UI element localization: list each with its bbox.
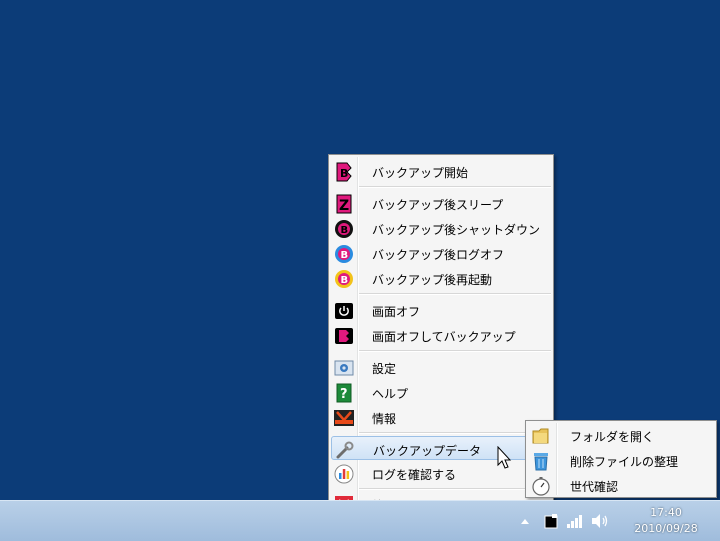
submenu-item-label: 世代確認 <box>570 480 619 494</box>
menu-item-label: 画面オフしてバックアップ <box>372 330 516 344</box>
menu-item-help[interactable]: ? ヘルプ <box>331 380 551 404</box>
menu-separator <box>359 488 551 490</box>
speaker-icon[interactable] <box>591 513 609 529</box>
menu-item-backup-sleep[interactable]: Z バックアップ後スリープ <box>331 191 551 215</box>
menu-item-backup-logoff[interactable]: B バックアップ後ログオフ <box>331 241 551 265</box>
svg-text:B: B <box>341 225 349 236</box>
submenu-item-label: フォルダを開く <box>570 430 655 444</box>
menu-item-backup-data[interactable]: バックアップデータ > <box>331 436 551 460</box>
svg-text:B: B <box>341 275 349 286</box>
submenu-item-generation-check[interactable]: 世代確認 <box>528 473 714 497</box>
menu-item-label: バックアップデータ <box>373 444 482 458</box>
stopwatch-icon <box>532 477 550 496</box>
menu-item-view-log[interactable]: ログを確認する <box>331 461 551 485</box>
help-icon: ? <box>336 383 352 403</box>
show-hidden-icons-arrow[interactable] <box>520 517 530 525</box>
menu-item-label: バックアップ後シャットダウン <box>372 223 541 237</box>
menu-item-settings[interactable]: 設定 <box>331 355 551 379</box>
clock-date: 2010/09/28 <box>634 522 698 535</box>
menu-item-backup-shutdown[interactable]: B バックアップ後シャットダウン <box>331 216 551 240</box>
menu-separator <box>359 186 551 188</box>
log-icon <box>334 464 354 484</box>
svg-text:B: B <box>341 250 349 261</box>
taskbar: 17:40 2010/09/28 <box>0 500 720 541</box>
menu-item-label: 画面オフ <box>372 305 421 319</box>
svg-text:?: ? <box>340 387 348 402</box>
wrench-icon <box>336 441 354 459</box>
menu-item-backup-start[interactable]: B バックアップ開始 <box>331 159 551 183</box>
menu-item-backup-restart[interactable]: B バックアップ後再起動 <box>331 266 551 290</box>
menu-separator <box>359 293 551 295</box>
submenu-item-open-folder[interactable]: フォルダを開く <box>528 423 714 447</box>
menu-item-label: バックアップ後再起動 <box>372 273 493 287</box>
menu-item-info[interactable]: 情報 <box>331 405 551 429</box>
backup-data-submenu: フォルダを開く 削除ファイルの整理 世代確認 <box>525 420 717 498</box>
menu-item-label: ヘルプ <box>372 387 409 401</box>
app-tray-icon[interactable] <box>543 513 559 529</box>
power-icon <box>335 303 353 319</box>
backup-sleep-icon: Z <box>336 194 352 214</box>
svg-text:B: B <box>340 167 348 180</box>
screen-off-backup-icon <box>335 328 353 344</box>
menu-separator <box>359 350 551 352</box>
recycle-bin-icon <box>534 453 548 471</box>
network-signal-icon[interactable] <box>566 513 584 529</box>
menu-item-screen-off[interactable]: 画面オフ <box>331 298 551 322</box>
taskbar-clock[interactable]: 17:40 2010/09/28 <box>626 505 706 537</box>
menu-item-screen-off-backup[interactable]: 画面オフしてバックアップ <box>331 323 551 347</box>
menu-item-label: バックアップ後ログオフ <box>372 248 505 262</box>
menu-item-label: ログを確認する <box>372 468 457 482</box>
mouse-cursor-icon <box>497 446 512 469</box>
svg-text:Z: Z <box>339 198 349 214</box>
tray-context-menu: B バックアップ開始 Z バックアップ後スリープ B バックアップ後シャットダウ… <box>328 154 554 518</box>
submenu-item-label: 削除ファイルの整理 <box>570 455 679 469</box>
backup-start-icon: B <box>336 162 352 182</box>
gear-icon <box>334 360 354 376</box>
menu-separator <box>359 432 551 434</box>
submenu-item-clean-deleted[interactable]: 削除ファイルの整理 <box>528 448 714 472</box>
menu-item-label: 情報 <box>372 412 397 426</box>
info-logo-icon <box>334 410 354 426</box>
backup-shutdown-icon: B <box>335 220 353 238</box>
clock-time: 17:40 <box>650 506 682 519</box>
menu-item-label: 設定 <box>372 362 397 376</box>
folder-icon <box>532 428 549 444</box>
menu-item-label: バックアップ後スリープ <box>372 198 504 212</box>
menu-item-label: バックアップ開始 <box>372 166 469 180</box>
backup-logoff-icon: B <box>335 245 353 263</box>
backup-restart-icon: B <box>335 270 353 288</box>
